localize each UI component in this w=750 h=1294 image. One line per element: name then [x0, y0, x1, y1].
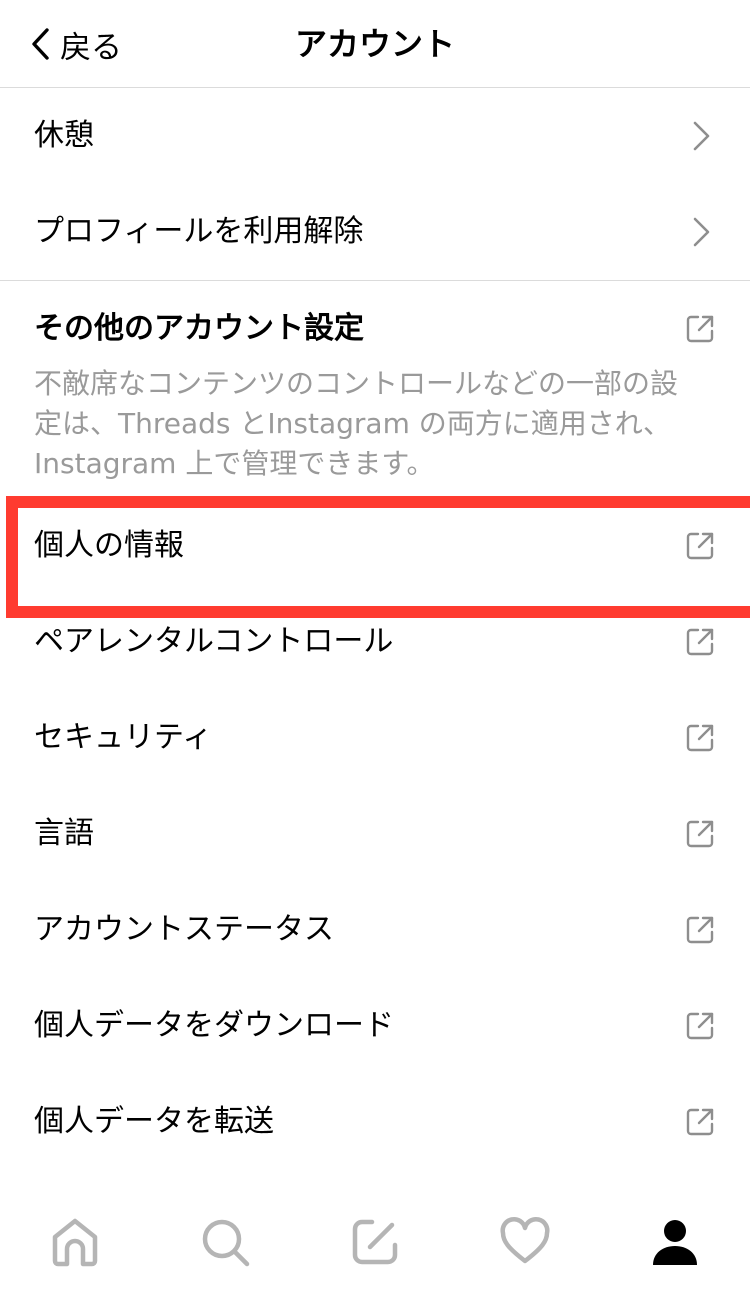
chevron-right-icon: [684, 120, 716, 152]
home-icon: [48, 1215, 102, 1269]
row-label: 言語: [34, 816, 94, 851]
external-link-icon: [684, 914, 716, 946]
row-security[interactable]: セキュリティ: [0, 690, 750, 786]
tab-profile[interactable]: [645, 1212, 705, 1272]
row-label: 休憩: [34, 118, 94, 153]
row-label: ペアレンタルコントロール: [34, 624, 394, 659]
external-link-icon[interactable]: [684, 313, 716, 345]
row-label: セキュリティ: [34, 720, 213, 755]
profile-icon: [648, 1215, 702, 1269]
search-icon: [198, 1215, 252, 1269]
tab-bar: [0, 1192, 750, 1294]
external-link-icon: [684, 722, 716, 754]
header: 戻る アカウント: [0, 0, 750, 88]
row-deactivate-profile[interactable]: プロフィールを利用解除: [0, 184, 750, 280]
tab-activity[interactable]: [495, 1212, 555, 1272]
row-label: 個人の情報: [34, 528, 184, 563]
row-label: プロフィールを利用解除: [34, 214, 364, 249]
row-personal-info[interactable]: 個人の情報: [0, 498, 750, 594]
row-parental-control[interactable]: ペアレンタルコントロール: [0, 594, 750, 690]
row-break[interactable]: 休憩: [0, 88, 750, 184]
row-label: アカウントステータス: [34, 912, 334, 947]
back-button[interactable]: 戻る: [30, 20, 122, 68]
section-title: その他のアカウント設定: [34, 311, 364, 346]
row-account-status[interactable]: アカウントステータス: [0, 882, 750, 978]
tab-search[interactable]: [195, 1212, 255, 1272]
chevron-left-icon: [30, 27, 50, 61]
row-label: 個人データを転送: [34, 1104, 274, 1139]
tab-compose[interactable]: [345, 1212, 405, 1272]
external-link-icon: [684, 1010, 716, 1042]
back-label: 戻る: [60, 29, 122, 66]
external-link-icon: [684, 818, 716, 850]
chevron-right-icon: [684, 216, 716, 248]
divider: [0, 280, 750, 281]
external-link-icon: [684, 530, 716, 562]
row-download-data[interactable]: 個人データをダウンロード: [0, 978, 750, 1074]
external-link-icon: [684, 1106, 716, 1138]
tab-home[interactable]: [45, 1212, 105, 1272]
row-transfer-data[interactable]: 個人データを転送: [0, 1074, 750, 1170]
compose-icon: [348, 1215, 402, 1269]
heart-icon: [498, 1215, 552, 1269]
external-link-icon: [684, 626, 716, 658]
section-description: 不敵席なコンテンツのコントロールなどの一部の設定は、Threads とInsta…: [34, 367, 679, 480]
row-language[interactable]: 言語: [0, 786, 750, 882]
row-label: 個人データをダウンロード: [34, 1008, 394, 1043]
